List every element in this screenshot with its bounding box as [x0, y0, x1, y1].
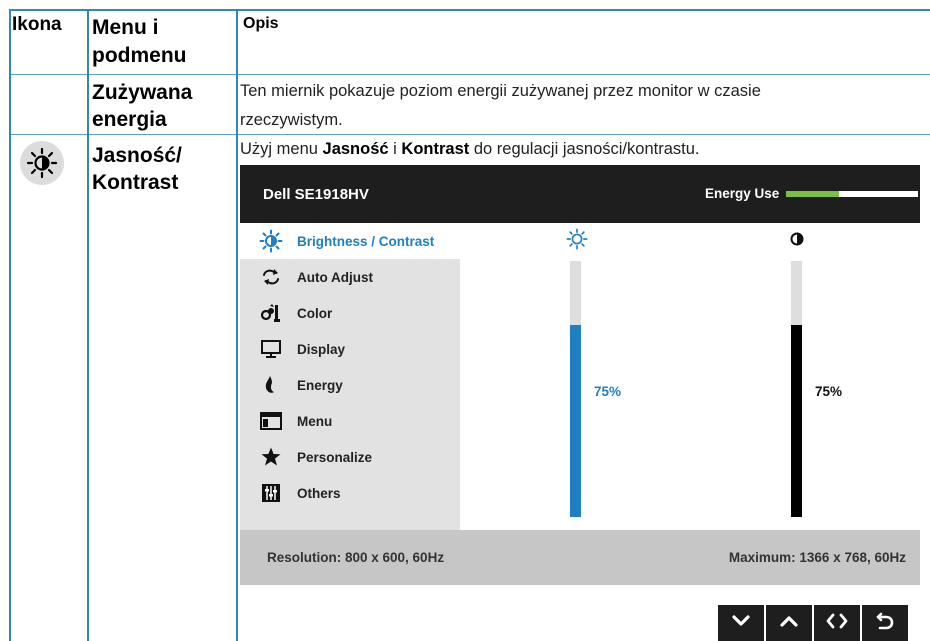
osd-footer: Resolution: 800 x 600, 60Hz Maximum: 136…	[240, 530, 920, 585]
maximum-resolution-text: Maximum: 1366 x 768, 60Hz	[728, 550, 906, 565]
brightness-slider[interactable]	[570, 261, 581, 517]
chevron-up-icon	[779, 614, 799, 633]
left-right-icon	[825, 612, 849, 635]
osd-content: 75% 75%	[460, 223, 920, 530]
menu-item-label: Auto Adjust	[297, 269, 373, 285]
brightness-value: 75%	[594, 384, 622, 399]
menu-item-auto-adjust[interactable]: Auto Adjust	[240, 259, 460, 295]
energy-use-label: Energy Use	[705, 186, 780, 201]
contrast-value: 75%	[815, 384, 843, 399]
osd-header: Dell SE1918HV Energy Use	[240, 165, 920, 223]
contrast-slider[interactable]	[791, 261, 802, 517]
menu-item-label: Display	[297, 341, 346, 357]
desc-bold-contrast: Kontrast	[401, 140, 470, 158]
resolution-text: Resolution: 800 x 600, 60Hz	[267, 550, 445, 565]
energy-icon	[259, 373, 283, 397]
row-energy-desc-line2: rzeczywistym.	[240, 111, 343, 129]
table-row-divider	[9, 74, 930, 75]
osd-nav-buttons	[718, 605, 910, 641]
desc-text: i	[388, 140, 402, 158]
star-icon	[259, 445, 283, 469]
menu-item-display[interactable]: Display	[240, 331, 460, 367]
row-energy-menu-line1: Zużywana	[92, 81, 193, 104]
back-button[interactable]	[862, 605, 908, 641]
row-brightness-menu: Jasność/ Kontrast	[92, 142, 182, 196]
row-energy-menu-line2: energia	[92, 108, 167, 131]
header-menu-line1: Menu i	[92, 16, 159, 39]
menu-item-energy[interactable]: Energy	[240, 367, 460, 403]
osd-menu: Brightness / Contrast Auto Adjust Color …	[240, 223, 460, 530]
display-icon	[259, 337, 283, 361]
menu-item-label: Energy	[297, 377, 343, 393]
header-description: Opis	[243, 15, 279, 32]
menu-item-label: Others	[297, 485, 341, 501]
color-icon	[259, 301, 283, 325]
desc-bold-brightness: Jasność	[322, 140, 389, 158]
auto-adjust-icon	[259, 265, 283, 289]
table-col-border	[87, 9, 89, 641]
table-col-border	[9, 9, 11, 641]
menu-item-personalize[interactable]: Personalize	[240, 439, 460, 475]
menu-item-label: Personalize	[297, 449, 373, 465]
row-brightness-description: Użyj menu Jasność i Kontrast do regulacj…	[240, 140, 699, 159]
desc-text: do regulacji jasności/kontrastu.	[469, 140, 700, 158]
menu-item-label: Brightness / Contrast	[297, 233, 435, 249]
menu-item-color[interactable]: Color	[240, 295, 460, 331]
menu-item-menu[interactable]: Menu	[240, 403, 460, 439]
osd-screenshot: Dell SE1918HV Energy Use Brightness / Co…	[240, 165, 920, 585]
menu-item-brightness-contrast[interactable]: Brightness / Contrast	[240, 223, 460, 259]
select-button[interactable]	[814, 605, 860, 641]
contrast-slider-fill	[791, 325, 802, 517]
header-icon: Ikona	[12, 14, 62, 35]
chevron-down-icon	[731, 614, 751, 633]
menu-icon	[259, 409, 283, 433]
table-col-border	[236, 9, 238, 641]
brightness-slider-fill	[570, 325, 581, 517]
row-brightness-menu-line1: Jasność/	[92, 144, 182, 167]
down-button[interactable]	[718, 605, 764, 641]
contrast-icon	[790, 232, 804, 251]
brightness-icon	[566, 228, 588, 255]
others-icon	[259, 481, 283, 505]
row-energy-menu: Zużywana energia	[92, 79, 192, 133]
row-brightness-menu-line2: Kontrast	[92, 171, 179, 194]
row-energy-desc-line1: Ten miernik pokazuje poziom energii zuży…	[240, 82, 761, 100]
brightness-icon	[259, 229, 283, 253]
energy-use-meter	[786, 191, 918, 197]
menu-item-others[interactable]: Others	[240, 475, 460, 511]
desc-text: Użyj menu	[240, 140, 323, 158]
up-button[interactable]	[766, 605, 812, 641]
table-top-border	[9, 9, 930, 11]
menu-item-label: Menu	[297, 413, 333, 429]
header-menu-line2: podmenu	[92, 44, 187, 67]
row-energy-description: Ten miernik pokazuje poziom energii zuży…	[240, 77, 761, 135]
menu-item-label: Color	[297, 305, 333, 321]
osd-model-title: Dell SE1918HV	[263, 186, 369, 203]
brightness-icon	[20, 141, 64, 185]
back-icon	[875, 611, 895, 636]
header-menu: Menu i podmenu	[92, 14, 187, 70]
energy-use-fill	[786, 191, 839, 197]
